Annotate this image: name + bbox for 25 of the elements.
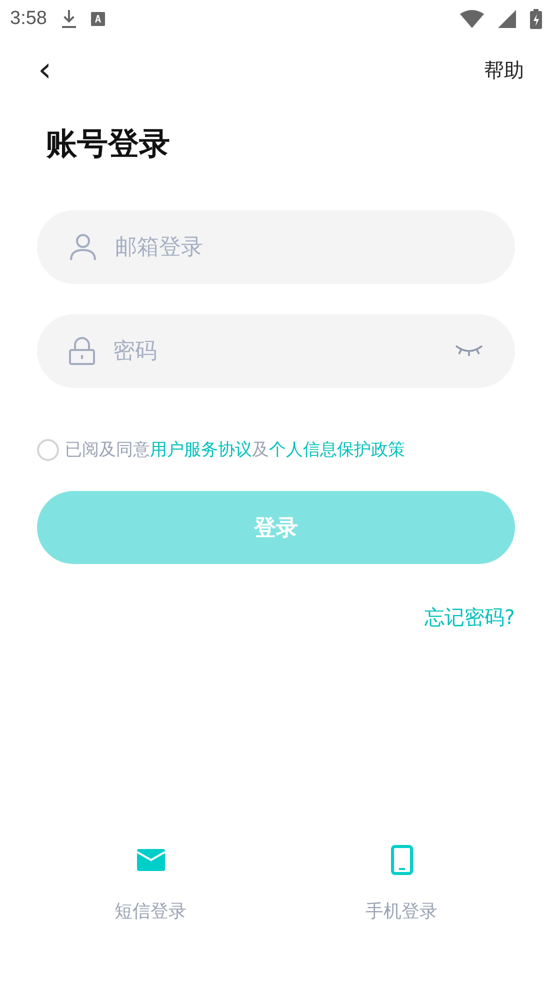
lock-icon <box>69 337 95 365</box>
person-icon <box>69 233 97 261</box>
back-button[interactable]: ‹ <box>38 53 52 87</box>
account-field[interactable]: 邮箱登录 <box>37 210 515 284</box>
eye-closed-icon[interactable] <box>455 344 483 358</box>
forgot-password-link[interactable]: 忘记密码? <box>424 604 515 631</box>
agree-checkbox[interactable] <box>37 438 59 460</box>
policy-link[interactable]: 个人信息保护政策 <box>269 440 405 460</box>
signal-icon <box>498 10 516 28</box>
account-input[interactable]: 邮箱登录 <box>113 234 483 260</box>
phone-login-button[interactable]: 手机登录 <box>366 899 438 923</box>
help-button[interactable]: 帮助 <box>484 56 524 84</box>
agreement-text: 已阅及同意用户服务协议及个人信息保护政策 <box>65 439 405 461</box>
envelope-icon <box>136 849 164 871</box>
sms-login-button[interactable]: 短信登录 <box>114 899 186 923</box>
battery-icon <box>530 9 542 29</box>
password-field[interactable]: 密码 <box>37 314 515 388</box>
policy-link[interactable]: 用户服务协议 <box>150 440 252 460</box>
page-title: 账号登录 <box>46 125 171 164</box>
password-input[interactable]: 密码 <box>111 338 439 364</box>
status-time: 3:58 <box>10 8 47 30</box>
download-icon <box>60 9 77 29</box>
wifi-icon <box>460 10 484 28</box>
phone-icon <box>390 845 412 875</box>
font-icon <box>90 12 105 26</box>
